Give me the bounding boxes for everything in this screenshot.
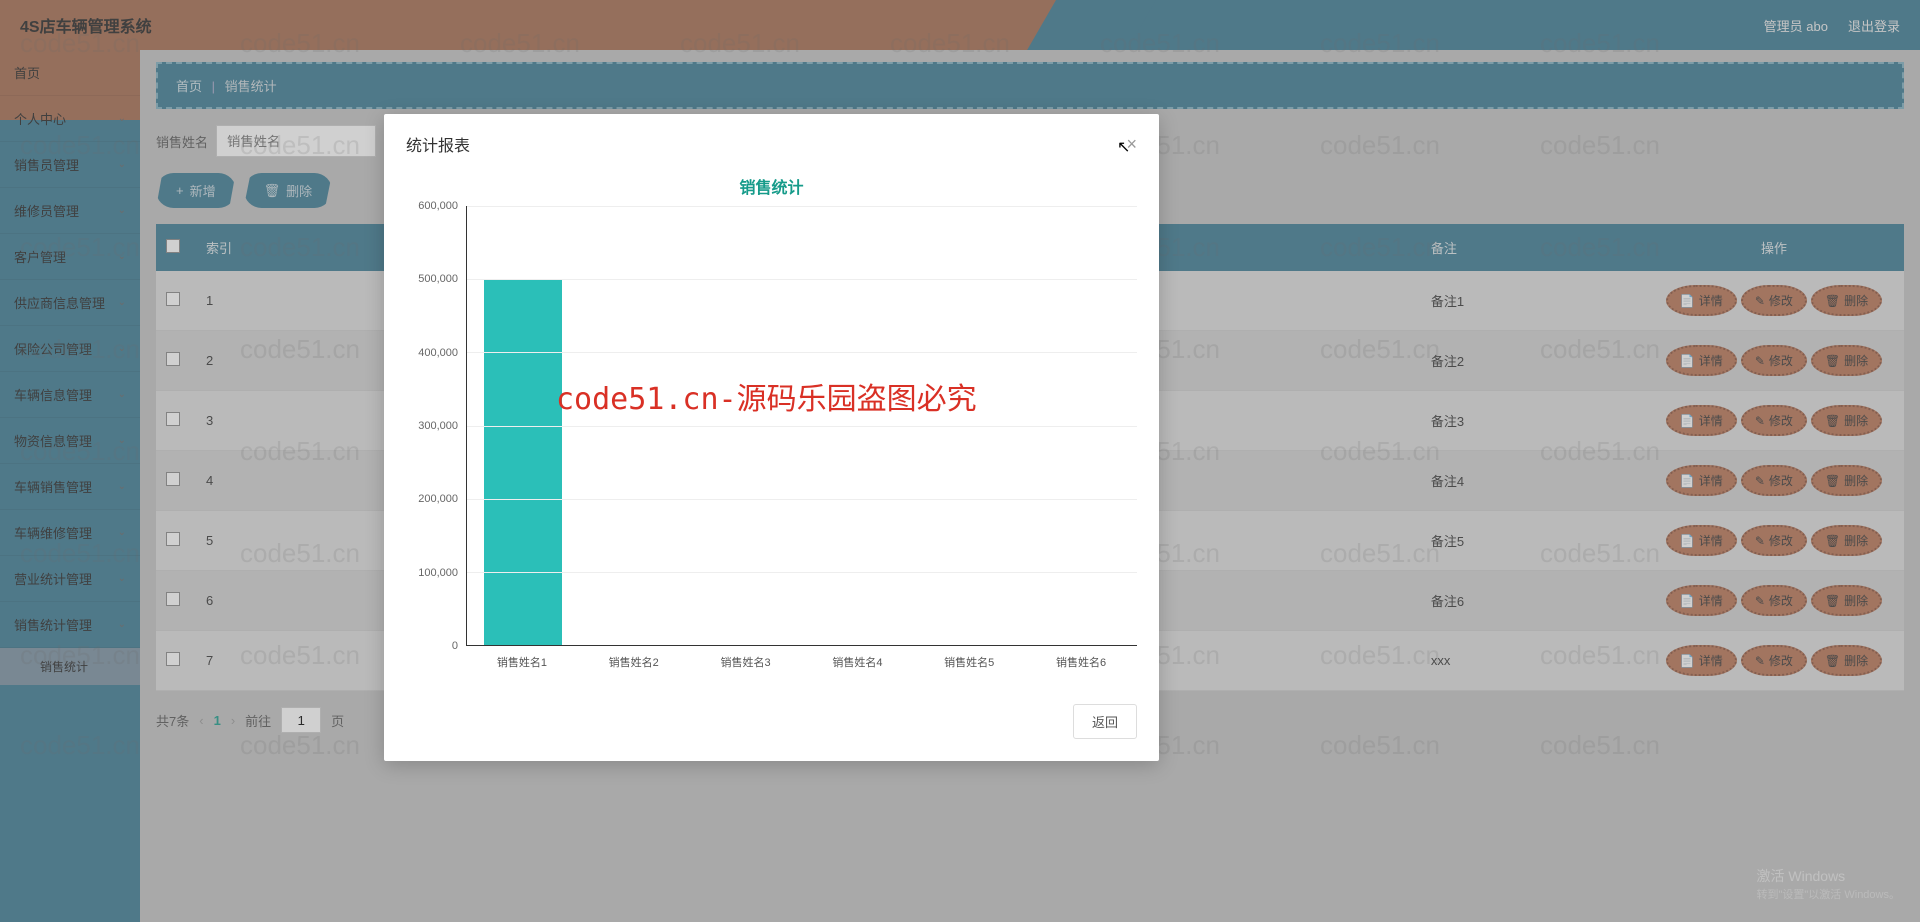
x-label: 销售姓名4 (801, 646, 913, 670)
stats-modal: 统计报表 × 销售统计 0 100,000 200,000 300,000 400,00… (384, 114, 1159, 761)
x-label: 销售姓名5 (913, 646, 1025, 670)
close-icon[interactable]: × (1126, 134, 1137, 155)
y-tick: 600,000 (418, 200, 458, 212)
x-label: 销售姓名2 (578, 646, 690, 670)
chart-title: 销售统计 (406, 174, 1137, 198)
y-tick: 400,000 (418, 347, 458, 359)
modal-title: 统计报表 (406, 132, 470, 156)
x-label: 销售姓名3 (690, 646, 802, 670)
y-tick: 500,000 (418, 273, 458, 285)
bar (484, 279, 562, 645)
x-label: 销售姓名6 (1025, 646, 1137, 670)
x-label: 销售姓名1 (466, 646, 578, 670)
back-button[interactable]: 返回 (1073, 704, 1137, 739)
y-tick: 300,000 (418, 420, 458, 432)
bar-chart: 0100,000200,000300,000400,000500,000600,… (406, 206, 1137, 646)
y-tick: 0 (452, 640, 458, 652)
y-tick: 200,000 (418, 493, 458, 505)
y-tick: 100,000 (418, 567, 458, 579)
